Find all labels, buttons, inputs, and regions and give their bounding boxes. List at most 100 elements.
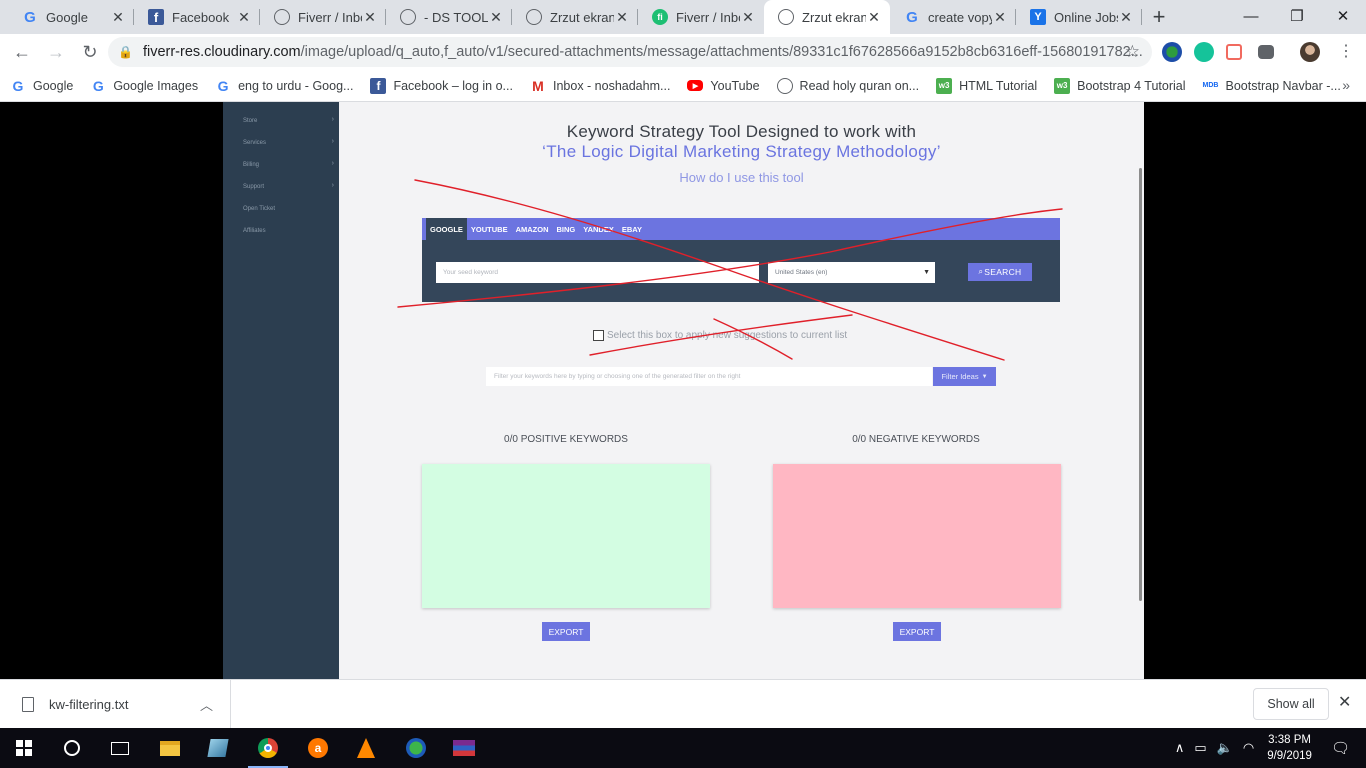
close-icon[interactable]: ✕: [488, 9, 504, 26]
bookmark-bootstrap-tutorial[interactable]: w3 Bootstrap 4 Tutorial: [1054, 77, 1186, 94]
idm-icon[interactable]: [392, 728, 440, 768]
extension-globe-icon[interactable]: [1162, 42, 1182, 62]
close-icon[interactable]: ✕: [866, 9, 882, 26]
tab-title: Zrzut ekranu: [550, 9, 614, 25]
tab-fiverr-inbox-2[interactable]: fi Fiverr / Inbox✕: [638, 0, 764, 34]
bookmark-label: Google Images: [113, 78, 199, 93]
restore-button[interactable]: ❐: [1274, 0, 1320, 32]
sidebar-item-billing[interactable]: Billing ›: [223, 154, 339, 176]
facebook-icon: f: [370, 77, 387, 94]
positive-keywords-list[interactable]: [422, 464, 710, 608]
vlc-icon[interactable]: [342, 728, 390, 768]
bookmark-html-tutorial[interactable]: w3 HTML Tutorial: [936, 77, 1037, 94]
sidebar-item-open-ticket[interactable]: Open Ticket: [223, 198, 339, 220]
file-explorer-icon[interactable]: [146, 728, 194, 768]
wifi-icon[interactable]: ◠: [1243, 740, 1254, 756]
tab-google[interactable]: GOOGLE: [426, 218, 467, 240]
tab-zrzut-ekranu-active[interactable]: Zrzut ekranu✕: [764, 0, 890, 34]
close-icon[interactable]: ✕: [740, 9, 756, 26]
more-bookmarks-icon[interactable]: »: [1342, 77, 1350, 93]
menu-kebab-icon[interactable]: ⋮: [1338, 41, 1354, 61]
profile-avatar[interactable]: [1300, 42, 1320, 62]
close-window-button[interactable]: ✕: [1320, 0, 1366, 32]
bookmark-youtube[interactable]: ▶ YouTube: [687, 79, 760, 93]
chevron-up-icon[interactable]: ∧: [1175, 740, 1185, 756]
tab-amazon[interactable]: AMAZON: [512, 218, 553, 240]
close-icon[interactable]: ✕: [1338, 692, 1351, 712]
new-tab-button[interactable]: +: [1142, 0, 1176, 34]
tab-yandex[interactable]: YANDEX: [579, 218, 618, 240]
task-view-icon[interactable]: [96, 728, 144, 768]
notes-app-icon[interactable]: [194, 728, 242, 768]
address-bar[interactable]: 🔒 fiverr-res.cloudinary.com/image/upload…: [108, 37, 1152, 67]
export-negative-button[interactable]: EXPORT: [893, 622, 941, 641]
engine-tabs: GOOGLE YOUTUBE AMAZON BING YANDEX EBAY: [422, 218, 1060, 240]
close-icon[interactable]: ✕: [614, 9, 630, 26]
bookmark-google[interactable]: G Google: [10, 78, 74, 94]
export-positive-button[interactable]: EXPORT: [542, 622, 590, 641]
tab-google[interactable]: G Google ✕: [8, 0, 134, 34]
close-icon[interactable]: ✕: [236, 9, 252, 26]
keyword-filter-input[interactable]: Filter your keywords here by typing or c…: [486, 367, 932, 386]
battery-icon[interactable]: ▭: [1194, 740, 1206, 756]
append-suggestions-checkbox[interactable]: [593, 330, 604, 341]
chrome-icon[interactable]: [244, 728, 292, 768]
close-icon[interactable]: ✕: [362, 9, 378, 26]
sidebar-item-affiliates[interactable]: Affiliates: [223, 220, 339, 242]
grammarly-icon[interactable]: [1194, 42, 1214, 62]
avast-icon[interactable]: a: [294, 728, 342, 768]
youtube-icon: ▶: [687, 80, 704, 91]
extension-robot-icon[interactable]: [1258, 45, 1274, 59]
tab-youtube[interactable]: YOUTUBE: [467, 218, 512, 240]
tab-fiverr-inbox[interactable]: Fiverr / Inbox✕: [260, 0, 386, 34]
taskbar-clock[interactable]: 3:38 PM 9/9/2019: [1267, 732, 1312, 764]
sidebar-item-services[interactable]: Services ›: [223, 132, 339, 154]
how-to-link[interactable]: How do I use this tool: [339, 170, 1144, 185]
forward-button[interactable]: →: [40, 36, 72, 68]
tab-online-jobs[interactable]: Y Online Jobs ✕: [1016, 0, 1142, 34]
seed-keyword-input[interactable]: Your seed keyword: [436, 262, 759, 283]
chevron-up-icon[interactable]: ︿: [200, 695, 213, 714]
close-icon[interactable]: ✕: [110, 9, 126, 26]
tab-bing[interactable]: BING: [553, 218, 580, 240]
winrar-icon[interactable]: [440, 728, 488, 768]
url-host: fiverr-res.cloudinary.com: [142, 44, 301, 60]
sidebar-item-label: Open Ticket: [243, 206, 276, 212]
system-tray: ∧ ▭ 🔈 ◠ 3:38 PM 9/9/2019 🗨: [1170, 728, 1366, 768]
bookmark-google-images[interactable]: G Google Images: [90, 78, 198, 94]
tab-zrzut-ekranu[interactable]: Zrzut ekranu✕: [512, 0, 638, 34]
sidebar-item-store[interactable]: Store ›: [223, 110, 339, 132]
tab-ds-tool[interactable]: - DS TOOL ✕: [386, 0, 512, 34]
volume-icon[interactable]: 🔈: [1217, 740, 1233, 756]
close-icon[interactable]: ✕: [992, 9, 1008, 26]
windows-start-icon[interactable]: [0, 728, 48, 768]
filter-ideas-button[interactable]: Filter Ideas ▼: [933, 367, 996, 386]
tab-create-vopy[interactable]: Gcreate vopy ✕: [890, 0, 1016, 34]
browser-tab-strip: GGoogle✕ fFacebook✕ Fiverr / Inbox✕ - DS…: [0, 0, 1366, 34]
minimize-button[interactable]: —: [1228, 0, 1274, 32]
show-all-button[interactable]: Show all: [1253, 688, 1329, 720]
search-circle-icon[interactable]: [48, 728, 96, 768]
reload-button[interactable]: ↻: [74, 36, 106, 68]
negative-keywords-list[interactable]: [773, 464, 1061, 608]
bookmark-bootstrap-navbar[interactable]: MDB Bootstrap Navbar -...: [1203, 78, 1341, 94]
bookmark-holy-quran[interactable]: Read holy quran on...: [776, 77, 919, 94]
search-button[interactable]: ⌕ SEARCH: [968, 263, 1032, 281]
notifications-icon[interactable]: 🗨: [1331, 739, 1350, 757]
tab-ebay[interactable]: EBAY: [618, 218, 646, 240]
sidebar-item-support[interactable]: Support ›: [223, 176, 339, 198]
close-icon[interactable]: ✕: [1118, 9, 1134, 26]
bookmark-eng-to-urdu[interactable]: Geng to urdu - Goog...: [215, 78, 354, 94]
clock-time: 3:38 PM: [1268, 734, 1311, 746]
bookmark-gmail-inbox[interactable]: M Inbox - noshadahm...: [530, 78, 670, 94]
bookmark-facebook[interactable]: f Facebook – log in o...: [370, 77, 513, 94]
bookmark-star-icon[interactable]: ☆: [1125, 42, 1140, 62]
page-scrollbar[interactable]: [1139, 168, 1142, 601]
download-item[interactable]: kw-filtering.txt ︿: [0, 680, 231, 729]
back-button[interactable]: ←: [6, 36, 38, 68]
tab-title: create vopy: [928, 9, 992, 25]
w3schools-icon: w3: [936, 77, 953, 94]
country-select[interactable]: United States (en) ▼: [768, 262, 935, 283]
tab-facebook[interactable]: f Facebook ✕: [134, 0, 260, 34]
extension-cast-icon[interactable]: [1226, 44, 1242, 60]
